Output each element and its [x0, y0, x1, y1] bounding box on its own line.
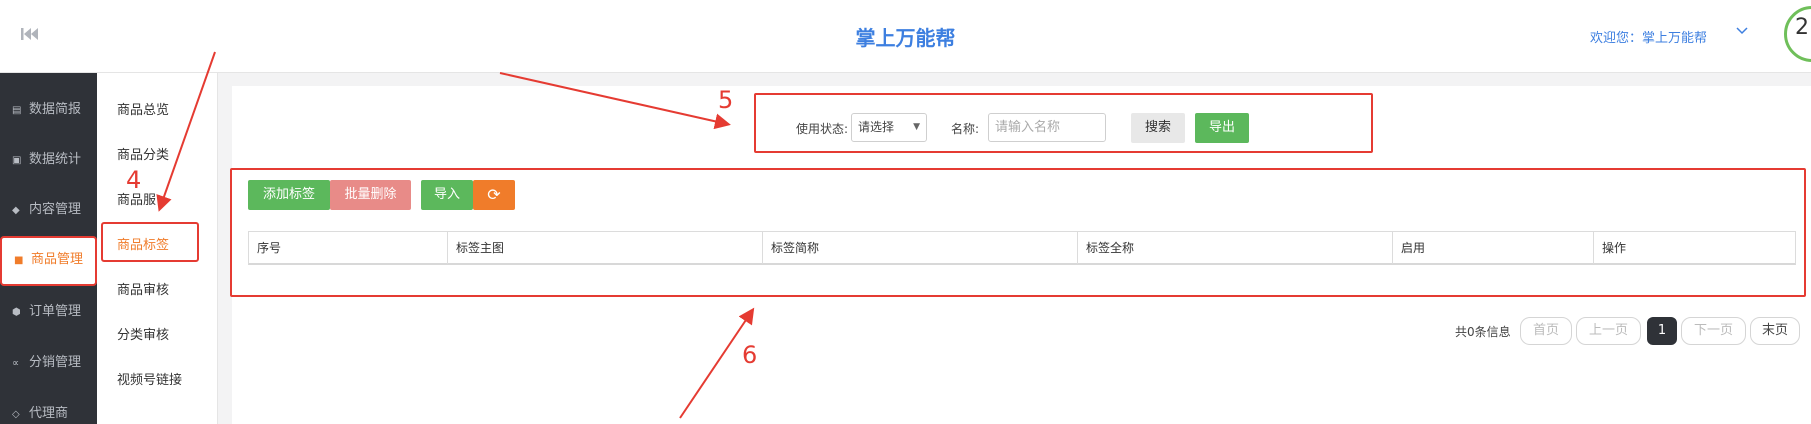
- sidebar: ▤ 数据简报 ▣ 数据统计 ◆ 内容管理 ■ 商品管理 ⬢ 订单管理 ∝ 分销管理 ◇ 代理商: [0, 73, 97, 424]
- annotation-number-6: 6: [742, 341, 758, 369]
- annotation-number-5: 5: [718, 86, 734, 114]
- status-label: 使用状态:: [796, 122, 849, 136]
- page-current-button[interactable]: 1: [1647, 317, 1677, 345]
- bar-chart-icon: ▤: [12, 105, 22, 116]
- tag-icon: ◆: [12, 205, 20, 216]
- annotation-number-4: 4: [126, 166, 142, 194]
- sidebar-item-label: 数据统计: [29, 152, 82, 167]
- sidebar-item-products[interactable]: ■ 商品管理: [0, 236, 97, 286]
- status-select-value: 请选择: [858, 120, 895, 134]
- sidebar-item-distribution[interactable]: ∝ 分销管理: [0, 338, 97, 388]
- export-button[interactable]: 导出: [1195, 113, 1249, 143]
- sidebar-item-data-stats[interactable]: ▣ 数据统计: [0, 135, 97, 185]
- chevron-down-icon[interactable]: [1736, 24, 1748, 40]
- page-first-button[interactable]: 首页: [1520, 317, 1572, 345]
- refresh-button[interactable]: ⟳: [473, 180, 515, 210]
- sidebar-item-label: 代理商: [29, 406, 69, 421]
- column-header-enabled: 启用: [1393, 232, 1594, 264]
- diamond-icon: ◇: [12, 409, 20, 420]
- sidebar-item-data-brief[interactable]: ▤ 数据简报: [0, 85, 97, 135]
- pagination-info: 共0条信息: [1455, 325, 1511, 339]
- cube-icon: ⬢: [12, 307, 21, 318]
- add-tag-button[interactable]: 添加标签: [248, 180, 330, 210]
- avatar-text: 2: [1795, 15, 1809, 40]
- submenu-item-review[interactable]: 商品审核: [117, 279, 169, 298]
- column-header-index: 序号: [249, 232, 448, 264]
- name-label: 名称:: [951, 122, 980, 136]
- submenu-item-category-review[interactable]: 分类审核: [117, 324, 169, 343]
- batch-delete-button[interactable]: 批量删除: [330, 180, 411, 210]
- caret-down-icon: ▼: [913, 122, 920, 132]
- search-button[interactable]: 搜索: [1131, 113, 1185, 143]
- page-prev-button[interactable]: 上一页: [1576, 317, 1641, 345]
- sidebar-item-label: 数据简报: [29, 102, 82, 117]
- sidebar-item-orders[interactable]: ⬢ 订单管理: [0, 287, 97, 337]
- submenu-item-video-link[interactable]: 视频号链接: [117, 369, 182, 388]
- sidebar-item-label: 内容管理: [29, 202, 82, 217]
- submenu-item-overview[interactable]: 商品总览: [117, 99, 169, 118]
- app-title: 掌上万能帮: [855, 26, 956, 50]
- sidebar-item-agent[interactable]: ◇ 代理商: [0, 389, 97, 424]
- submenu-item-category[interactable]: 商品分类: [117, 144, 169, 163]
- column-header-actions: 操作: [1602, 241, 1627, 255]
- welcome-user-menu[interactable]: 欢迎您：掌上万能帮: [1590, 27, 1707, 46]
- import-button[interactable]: 导入: [421, 180, 473, 210]
- column-header-image: 标签主图: [448, 232, 763, 264]
- top-bar: 掌上万能帮 欢迎您：掌上万能帮 2: [0, 0, 1811, 73]
- sidebar-item-content[interactable]: ◆ 内容管理: [0, 185, 97, 235]
- avatar[interactable]: 2: [1784, 6, 1811, 62]
- app-root: 掌上万能帮 欢迎您：掌上万能帮 2 ▤ 数据简报 ▣ 数据统计 ◆ 内容管理 ■ 商品管…: [0, 0, 1811, 424]
- tags-table-header: 序号 标签主图 标签简称 标签全称 启用 操作: [248, 231, 1796, 265]
- sidebar-item-label: 分销管理: [29, 355, 82, 370]
- monitor-icon: ▣: [12, 155, 22, 166]
- annotation-highlight-box: [101, 222, 199, 262]
- name-input[interactable]: [988, 113, 1106, 142]
- refresh-icon: ⟳: [487, 185, 501, 204]
- page-last-button[interactable]: 末页: [1750, 317, 1800, 345]
- column-header-full-name: 标签全称: [1078, 232, 1393, 264]
- page-next-button[interactable]: 下一页: [1681, 317, 1746, 345]
- bag-icon: ■: [14, 255, 24, 266]
- sidebar-item-label: 商品管理: [31, 252, 84, 267]
- share-icon: ∝: [12, 358, 20, 369]
- sidebar-item-label: 订单管理: [29, 304, 82, 319]
- column-header-short-name: 标签简称: [763, 232, 1078, 264]
- status-select[interactable]: 请选择 ▼: [851, 113, 927, 142]
